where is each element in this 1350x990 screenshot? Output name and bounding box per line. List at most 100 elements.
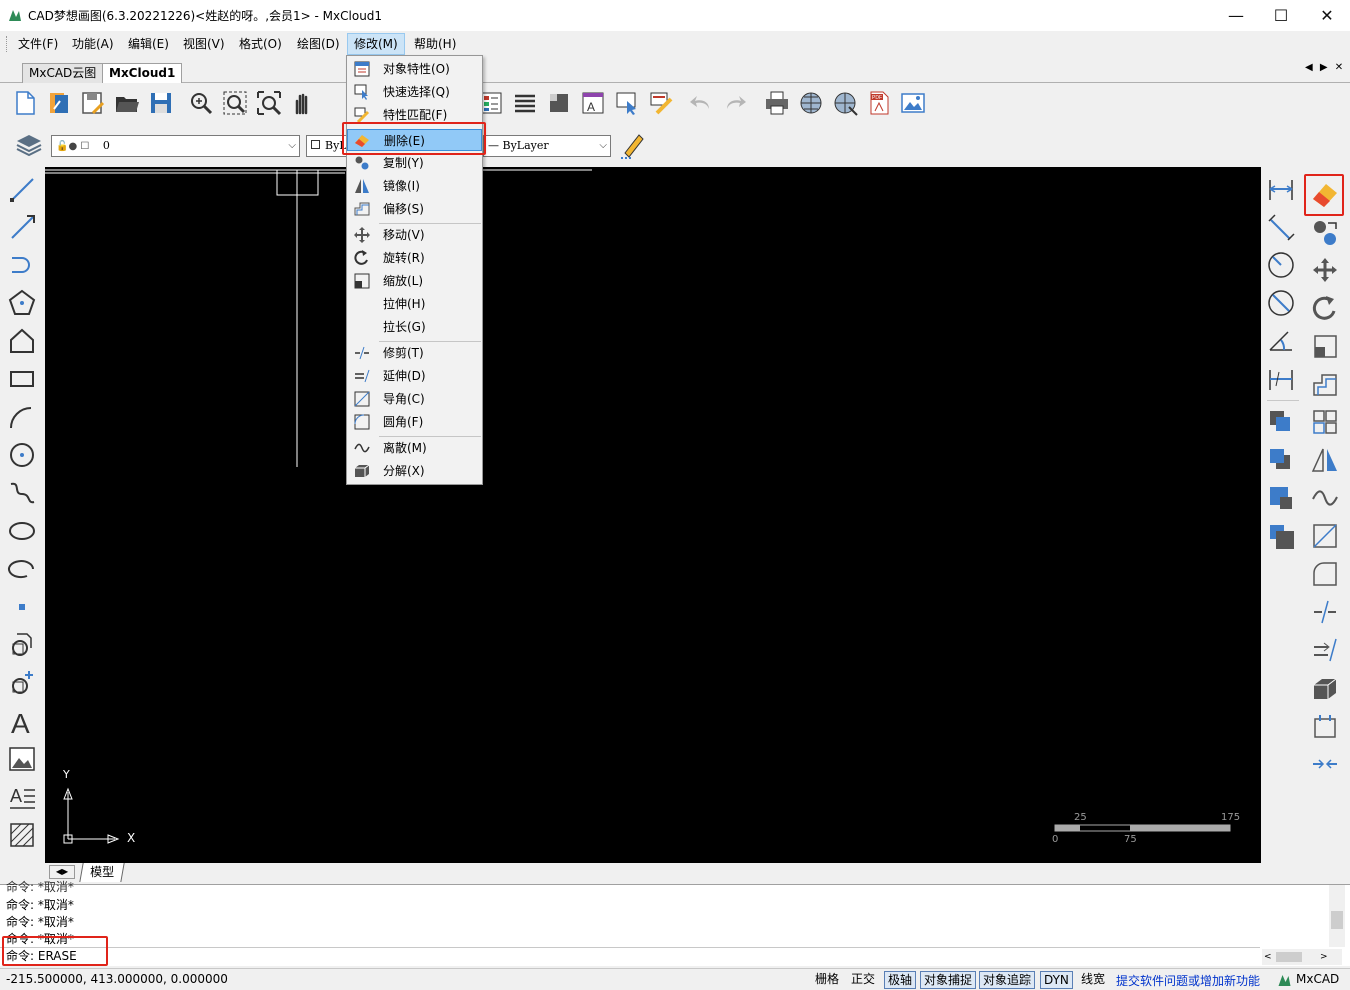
open-folder-button[interactable]	[110, 86, 144, 120]
ellipse-tool[interactable]	[2, 512, 42, 550]
polygon-tool[interactable]	[2, 284, 42, 322]
draw-order-back-tool[interactable]	[1261, 441, 1301, 479]
drawing-canvas[interactable]: Y X 25 175 0 75	[45, 167, 1261, 863]
explode-tool[interactable]	[1305, 669, 1345, 707]
menu-item-extend[interactable]: 延伸(D)	[347, 365, 482, 387]
select-button[interactable]	[610, 86, 644, 120]
draw-order-above-tool[interactable]	[1261, 479, 1301, 517]
menu-item-chamfer[interactable]: 导角(C)	[347, 388, 482, 410]
close-button[interactable]: ✕	[1304, 0, 1350, 31]
command-hscroll[interactable]: < >	[1262, 949, 1342, 965]
toggle-lineweight[interactable]: 线宽	[1078, 971, 1108, 989]
toggle-grid[interactable]: 栅格	[812, 971, 842, 989]
image-tool[interactable]	[2, 740, 42, 778]
hatch-tool[interactable]	[2, 816, 42, 854]
offset-tool[interactable]	[1305, 365, 1345, 403]
tab-mxcloud1[interactable]: MxCloud1	[102, 63, 183, 83]
menu-item-stretch[interactable]: 拉伸(H)	[347, 293, 482, 315]
angular-dimension-tool[interactable]	[1261, 322, 1301, 360]
layer-match-button[interactable]	[616, 128, 650, 162]
break-tool[interactable]	[1305, 707, 1345, 745]
fillet-tool[interactable]	[1305, 555, 1345, 593]
shape-tool[interactable]	[2, 322, 42, 360]
toggle-ortho[interactable]: 正交	[848, 971, 878, 989]
pan-button[interactable]	[286, 86, 320, 120]
menu-item-properties[interactable]: 对象特性(O)	[347, 58, 482, 80]
circle-tool[interactable]	[2, 436, 42, 474]
toggle-otrack[interactable]: 对象追踪	[979, 971, 1036, 989]
arc-tool[interactable]	[2, 398, 42, 436]
draw-order-under-tool[interactable]	[1261, 517, 1301, 555]
spline-tool[interactable]	[2, 474, 42, 512]
zoom-all-button[interactable]	[252, 86, 286, 120]
make-block-tool[interactable]	[2, 664, 42, 702]
export-pdf-button[interactable]: PDF	[862, 86, 896, 120]
menu-item-lengthen[interactable]: 拉长(G)	[347, 316, 482, 338]
line-tool[interactable]	[2, 170, 42, 208]
menu-draw[interactable]: 绘图(D)	[291, 33, 346, 55]
properties-list-button[interactable]	[508, 86, 542, 120]
menu-item-explode[interactable]: 分解(X)	[347, 460, 482, 482]
toggle-polar[interactable]: 极轴	[884, 971, 917, 989]
menu-file[interactable]: 文件(F)	[12, 33, 64, 55]
feedback-link[interactable]: 提交软件问题或增加新功能	[1116, 972, 1260, 989]
diameter-dimension-tool[interactable]	[1261, 284, 1301, 322]
extend-tool[interactable]	[1305, 631, 1345, 669]
menu-item-fillet[interactable]: 圆角(F)	[347, 411, 482, 433]
layers-button[interactable]	[12, 128, 46, 162]
point-tool[interactable]	[2, 588, 42, 626]
polyline-tool[interactable]	[2, 246, 42, 284]
menu-function[interactable]: 功能(A)	[66, 33, 120, 55]
linear-dimension-tool[interactable]	[1261, 170, 1301, 208]
menu-item-move[interactable]: 移动(V)	[347, 224, 482, 246]
insert-block-tool[interactable]	[2, 626, 42, 664]
layer-dropdown[interactable]: 🔓● ☐ 0 ⌵	[51, 135, 300, 157]
menu-format[interactable]: 格式(O)	[233, 33, 288, 55]
scale-tool[interactable]	[1305, 327, 1345, 365]
save-button[interactable]	[144, 86, 178, 120]
mtext-tool[interactable]: A	[2, 778, 42, 816]
toggle-dyn[interactable]: DYN	[1040, 971, 1073, 989]
radius-dimension-tool[interactable]	[1261, 246, 1301, 284]
toggle-osnap[interactable]: 对象捕捉	[920, 971, 977, 989]
menu-help[interactable]: 帮助(H)	[408, 33, 462, 55]
command-scrollbar[interactable]	[1329, 885, 1345, 947]
rotate-tool[interactable]	[1305, 289, 1345, 327]
chamfer-tool[interactable]	[1305, 517, 1345, 555]
print-button[interactable]	[760, 86, 794, 120]
redo-button[interactable]	[718, 86, 752, 120]
ray-tool[interactable]	[2, 208, 42, 246]
tab-mxcad-cloud[interactable]: MxCAD云图	[22, 63, 104, 83]
insert-image-button[interactable]	[896, 86, 930, 120]
new-file-button[interactable]	[8, 86, 42, 120]
menu-item-rotate[interactable]: 旋转(R)	[347, 247, 482, 269]
menu-item-offset[interactable]: 偏移(S)	[347, 198, 482, 220]
explode-curve-tool[interactable]	[1305, 479, 1345, 517]
continue-dimension-tool[interactable]	[1261, 360, 1301, 398]
save-as-button[interactable]	[76, 86, 110, 120]
mirror-tool[interactable]	[1305, 441, 1345, 479]
menu-item-mirror[interactable]: 镜像(I)	[347, 175, 482, 197]
minimize-button[interactable]: —	[1213, 0, 1259, 31]
copy-tool[interactable]	[1305, 213, 1345, 251]
join-tool[interactable]	[1305, 745, 1345, 783]
zoom-window-button[interactable]	[184, 86, 218, 120]
clean-button[interactable]	[644, 86, 678, 120]
menu-item-quick-select[interactable]: 快速选择(Q)	[347, 81, 482, 103]
zoom-extents-button[interactable]	[218, 86, 252, 120]
aligned-dimension-tool[interactable]	[1261, 208, 1301, 246]
publish-web-button[interactable]	[794, 86, 828, 120]
block-button[interactable]	[542, 86, 576, 120]
ellipse-arc-tool[interactable]	[2, 550, 42, 588]
rectangle-tool[interactable]	[2, 360, 42, 398]
text-tool[interactable]: A	[2, 702, 42, 740]
hscroll-thumb[interactable]	[1276, 952, 1302, 962]
menu-edit[interactable]: 编辑(E)	[122, 33, 175, 55]
layout-nav-arrows[interactable]: ◀▶	[49, 865, 75, 879]
web-link-button[interactable]	[828, 86, 862, 120]
linetype-dropdown[interactable]: — ByLayer ⌵	[483, 135, 611, 157]
erase-tool[interactable]	[1305, 175, 1345, 213]
text-style-button[interactable]: A	[576, 86, 610, 120]
undo-button[interactable]	[684, 86, 718, 120]
menu-item-trim[interactable]: 修剪(T)	[347, 342, 482, 364]
